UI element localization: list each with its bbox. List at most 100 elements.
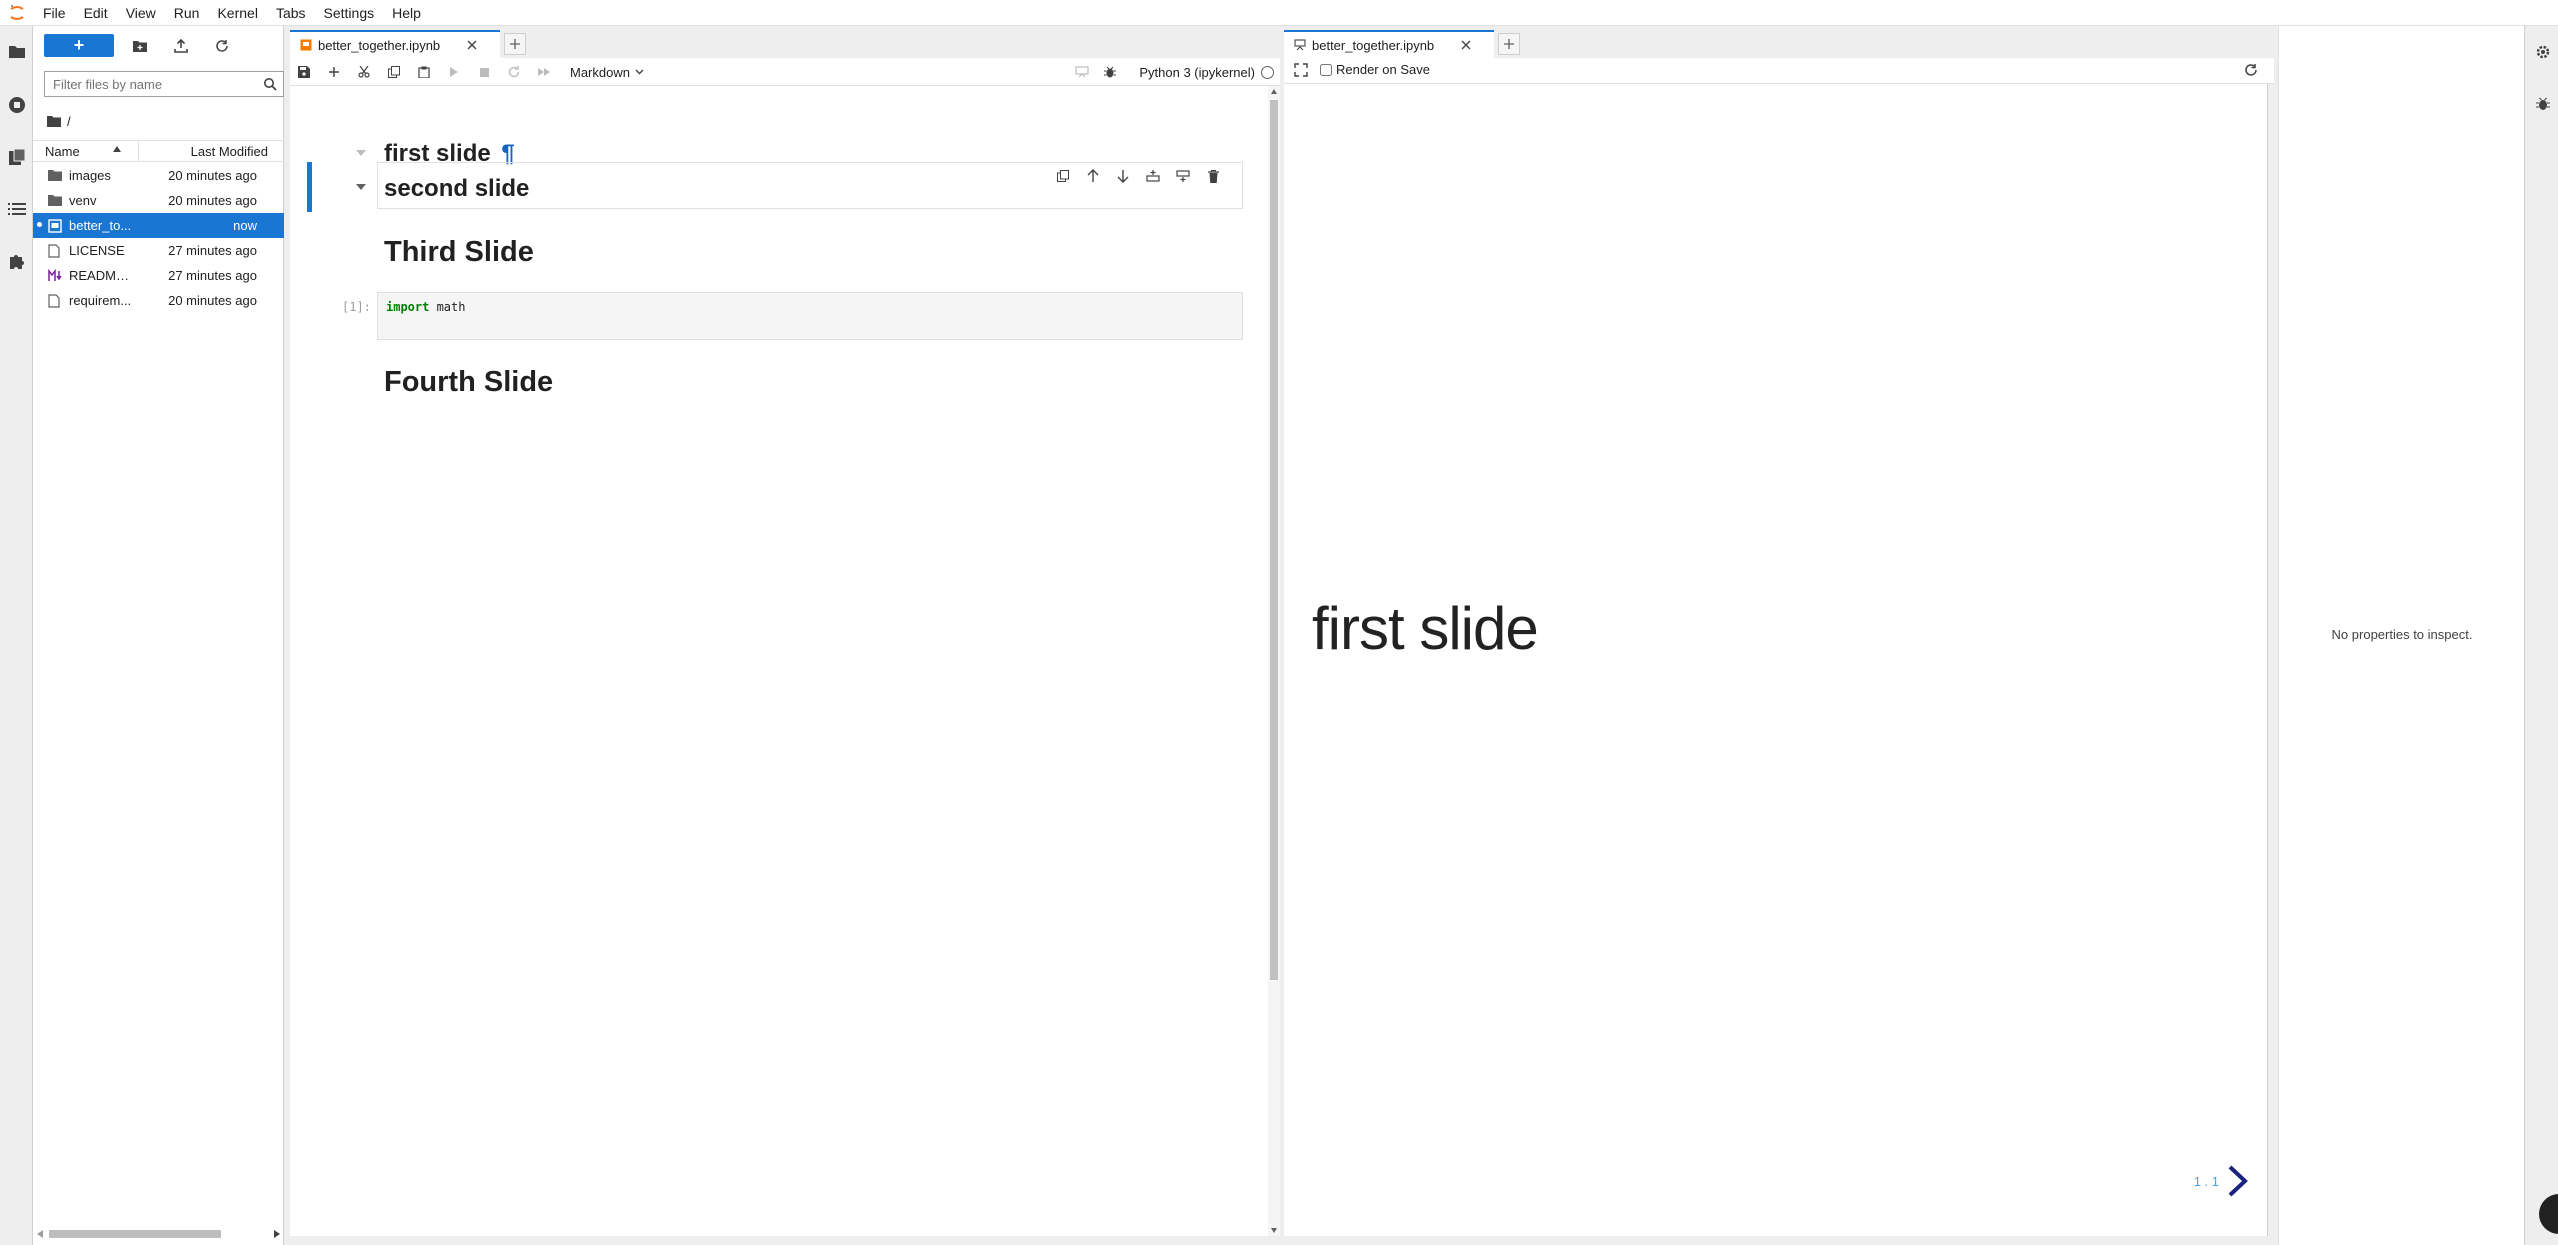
fast-forward-icon[interactable]: [536, 64, 552, 80]
file-row-license[interactable]: LICENSE 27 minutes ago: [33, 238, 284, 263]
left-sidebar-tabs: [0, 26, 33, 1245]
markdown-cell-fourth-slide[interactable]: Fourth Slide: [384, 366, 553, 399]
code-text: math: [429, 300, 466, 314]
notebook-icon: [48, 219, 62, 233]
copy-icon[interactable]: [386, 64, 402, 80]
file-row-readme[interactable]: README.... 27 minutes ago: [33, 263, 284, 288]
file-modified: 20 minutes ago: [168, 293, 257, 308]
slide-viewport: first slide 1 . 1: [1284, 84, 2268, 1236]
file-name: better_to...: [69, 218, 132, 233]
render-on-save-checkbox[interactable]: [1320, 63, 1332, 76]
code-cell-editor[interactable]: import math: [377, 292, 1243, 340]
insert-above-icon[interactable]: [1144, 167, 1162, 185]
vertical-scrollbar[interactable]: [1268, 86, 1280, 1236]
add-tab-button[interactable]: [1498, 33, 1520, 55]
debugger-bug-icon[interactable]: [2533, 94, 2553, 114]
commands-icon[interactable]: [6, 146, 28, 168]
file-list-header: Name Last Modified: [33, 140, 284, 162]
slideshow-preview-icon[interactable]: [1074, 64, 1090, 80]
move-up-icon[interactable]: [1084, 167, 1102, 185]
upload-icon[interactable]: [170, 35, 192, 57]
slideshow-icon: [1294, 39, 1306, 51]
close-icon[interactable]: [1460, 39, 1472, 51]
right-sidebar-tabs: [2524, 26, 2558, 1245]
next-slide-chevron-icon[interactable]: [2227, 1164, 2249, 1198]
move-down-icon[interactable]: [1114, 167, 1132, 185]
filter-files-input[interactable]: [45, 72, 253, 96]
table-of-contents-icon[interactable]: [6, 198, 28, 220]
collapse-heading-icon[interactable]: [356, 150, 366, 158]
sort-ascending-icon: [113, 146, 121, 152]
code-keyword: import: [386, 300, 430, 314]
tab-notebook[interactable]: better_together.ipynb: [290, 30, 500, 58]
file-list: images 20 minutes ago venv 20 minutes ag…: [33, 163, 284, 313]
slide-number: 1 . 1: [2193, 1173, 2219, 1189]
tab-label: better_together.ipynb: [1312, 37, 1435, 53]
cut-icon[interactable]: [356, 64, 372, 80]
insert-below-icon[interactable]: [1174, 167, 1192, 185]
tab-preview[interactable]: better_together.ipynb: [1284, 30, 1494, 58]
horizontal-scrollbar[interactable]: [33, 1227, 284, 1241]
kernel-status-idle-icon: [1261, 66, 1274, 79]
file-browser: + / Name Last Modified images 20 minutes…: [33, 26, 284, 1245]
tab-label: better_together.ipynb: [318, 37, 441, 53]
stop-icon[interactable]: [476, 64, 492, 80]
duplicate-cell-icon[interactable]: [1054, 167, 1072, 185]
menu-settings[interactable]: Settings: [315, 0, 384, 26]
menu-run[interactable]: Run: [165, 0, 209, 26]
menu-edit[interactable]: Edit: [75, 0, 117, 26]
new-launcher-button[interactable]: +: [44, 34, 114, 57]
notifications-button[interactable]: [2539, 1194, 2558, 1234]
menu-tabs[interactable]: Tabs: [267, 0, 315, 26]
markdown-cell-third-slide[interactable]: Third Slide: [384, 236, 534, 269]
menu-file[interactable]: File: [34, 0, 75, 26]
property-inspector-gear-icon[interactable]: [2533, 42, 2553, 62]
add-tab-button[interactable]: [504, 33, 526, 55]
restart-icon[interactable]: [506, 64, 522, 80]
file-name: LICENSE: [69, 243, 125, 258]
cell-type-dropdown[interactable]: Markdown: [570, 62, 644, 82]
column-last-modified-header[interactable]: Last Modified: [191, 144, 268, 159]
scrollbar-thumb[interactable]: [1270, 100, 1278, 980]
close-icon[interactable]: [466, 39, 478, 51]
menu-kernel[interactable]: Kernel: [208, 0, 266, 26]
file-row-images[interactable]: images 20 minutes ago: [33, 163, 284, 188]
save-icon[interactable]: [296, 64, 312, 80]
file-name: README....: [69, 268, 137, 283]
property-inspector: No properties to inspect.: [2278, 26, 2524, 1245]
scrollbar-thumb[interactable]: [49, 1230, 221, 1238]
running-sessions-icon[interactable]: [6, 94, 28, 116]
collapse-heading-icon[interactable]: [356, 184, 366, 192]
menu-view[interactable]: View: [117, 0, 165, 26]
run-icon[interactable]: [446, 64, 462, 80]
jupyter-logo-icon: [0, 0, 34, 26]
menu-help[interactable]: Help: [383, 0, 430, 26]
refresh-icon[interactable]: [211, 35, 233, 57]
render-on-save-toggle[interactable]: Render on Save: [1320, 62, 1430, 77]
paste-icon[interactable]: [416, 64, 432, 80]
slide-navigation: 1 . 1: [2194, 1164, 2249, 1198]
file-modified: 20 minutes ago: [168, 168, 257, 183]
delete-cell-icon[interactable]: [1204, 167, 1222, 185]
preview-toolbar: Render on Save: [1284, 58, 2274, 84]
kernel-name[interactable]: Python 3 (ipykernel): [1139, 65, 1255, 80]
insert-cell-icon[interactable]: [326, 64, 342, 80]
cell-type-value: Markdown: [570, 64, 630, 80]
file-row-venv[interactable]: venv 20 minutes ago: [33, 188, 284, 213]
file-row-requirements[interactable]: requirem... 20 minutes ago: [33, 288, 284, 313]
inspector-empty-message: No properties to inspect.: [2331, 627, 2473, 642]
slide-heading: first slide: [1312, 595, 1539, 662]
folder-icon[interactable]: [6, 40, 28, 62]
fullscreen-icon[interactable]: [1294, 63, 1310, 79]
chevron-down-icon: [635, 69, 644, 75]
file-icon: [48, 294, 62, 308]
extensions-puzzle-icon[interactable]: [6, 250, 28, 272]
home-folder-icon[interactable]: [47, 115, 61, 127]
active-cell-indicator: [307, 162, 312, 212]
file-row-better-together[interactable]: better_to... now: [33, 213, 284, 238]
new-folder-icon[interactable]: [129, 35, 151, 57]
column-name-header[interactable]: Name: [45, 144, 80, 159]
breadcrumb-root[interactable]: /: [67, 114, 71, 129]
reload-icon[interactable]: [2244, 63, 2260, 79]
debugger-bug-icon[interactable]: [1102, 64, 1118, 80]
